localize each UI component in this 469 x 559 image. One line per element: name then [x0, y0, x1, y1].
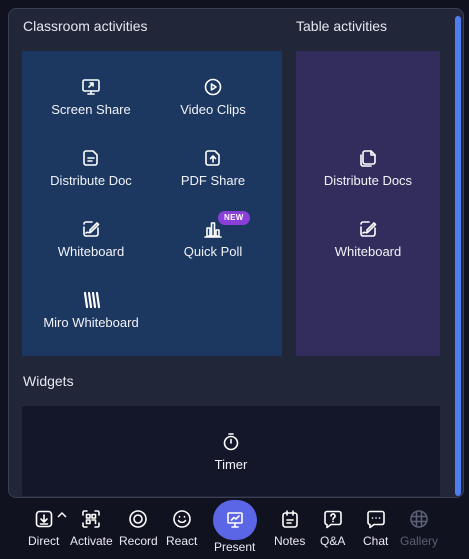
- qr-code-icon: [80, 508, 102, 530]
- classroom-activities-title: Classroom activities: [23, 18, 148, 34]
- notes-label: Notes: [274, 534, 306, 548]
- scrollbar[interactable]: [455, 16, 461, 496]
- gallery-button[interactable]: Gallery: [400, 508, 438, 548]
- gallery-label: Gallery: [400, 534, 439, 548]
- qa-button[interactable]: Q&A: [320, 508, 345, 548]
- table-whiteboard-label: Whiteboard: [334, 244, 402, 259]
- whiteboard-icon: [357, 218, 379, 240]
- screen-share-label: Screen Share: [51, 102, 131, 117]
- quick-poll-label: Quick Poll: [183, 244, 243, 259]
- chat-label: Chat: [363, 534, 389, 548]
- chat-bubble-icon: [365, 508, 387, 530]
- record-button[interactable]: Record: [119, 508, 158, 548]
- table-activities-card: [296, 51, 440, 356]
- whiteboard-label: Whiteboard: [57, 244, 125, 259]
- distribute-docs-tile[interactable]: Distribute Docs: [303, 147, 433, 188]
- timer-tile[interactable]: Timer: [166, 431, 296, 472]
- distribute-docs-label: Distribute Docs: [323, 173, 413, 188]
- distribute-docs-icon: [357, 147, 379, 169]
- video-clips-tile[interactable]: Video Clips: [148, 76, 278, 117]
- miro-whiteboard-tile[interactable]: Miro Whiteboard: [26, 289, 156, 330]
- question-bubble-icon: [322, 508, 344, 530]
- miro-whiteboard-label: Miro Whiteboard: [43, 315, 139, 330]
- video-clips-icon: [202, 76, 224, 98]
- new-badge: NEW: [218, 211, 250, 225]
- distribute-doc-icon: [80, 147, 102, 169]
- notes-button[interactable]: Notes: [274, 508, 305, 548]
- whiteboard-tile[interactable]: Whiteboard: [26, 218, 156, 259]
- table-whiteboard-tile[interactable]: Whiteboard: [303, 218, 433, 259]
- present-label: Present: [214, 540, 256, 554]
- screen-share-tile[interactable]: Screen Share: [26, 76, 156, 117]
- quick-poll-tile[interactable]: Quick Poll: [148, 218, 278, 259]
- table-activities-title: Table activities: [296, 18, 388, 34]
- react-button[interactable]: React: [166, 508, 197, 548]
- presentation-icon: [227, 512, 243, 528]
- miro-logo-icon: [80, 289, 102, 311]
- qa-label: Q&A: [320, 534, 346, 548]
- distribute-doc-label: Distribute Doc: [50, 173, 132, 188]
- activate-button[interactable]: Activate: [70, 508, 113, 548]
- widgets-title: Widgets: [23, 373, 74, 389]
- pdf-share-tile[interactable]: PDF Share: [148, 147, 278, 188]
- react-label: React: [166, 534, 198, 548]
- record-label: Record: [119, 534, 158, 548]
- video-clips-label: Video Clips: [180, 102, 246, 117]
- distribute-doc-tile[interactable]: Distribute Doc: [26, 147, 156, 188]
- download-tray-icon: [33, 508, 55, 530]
- screen-share-icon: [80, 76, 102, 98]
- notes-icon: [279, 508, 301, 530]
- grid-icon: [408, 508, 430, 530]
- activate-label: Activate: [70, 534, 113, 548]
- present-button[interactable]: [213, 500, 257, 540]
- pdf-share-label: PDF Share: [180, 173, 246, 188]
- direct-label: Direct: [28, 534, 60, 548]
- record-icon: [127, 508, 149, 530]
- timer-icon: [220, 431, 242, 453]
- direct-button[interactable]: Direct: [28, 508, 59, 548]
- chevron-up-icon[interactable]: [57, 506, 67, 518]
- whiteboard-icon: [80, 218, 102, 240]
- smiley-icon: [171, 508, 193, 530]
- pdf-share-icon: [202, 147, 224, 169]
- timer-label: Timer: [214, 457, 248, 472]
- chat-button[interactable]: Chat: [363, 508, 388, 548]
